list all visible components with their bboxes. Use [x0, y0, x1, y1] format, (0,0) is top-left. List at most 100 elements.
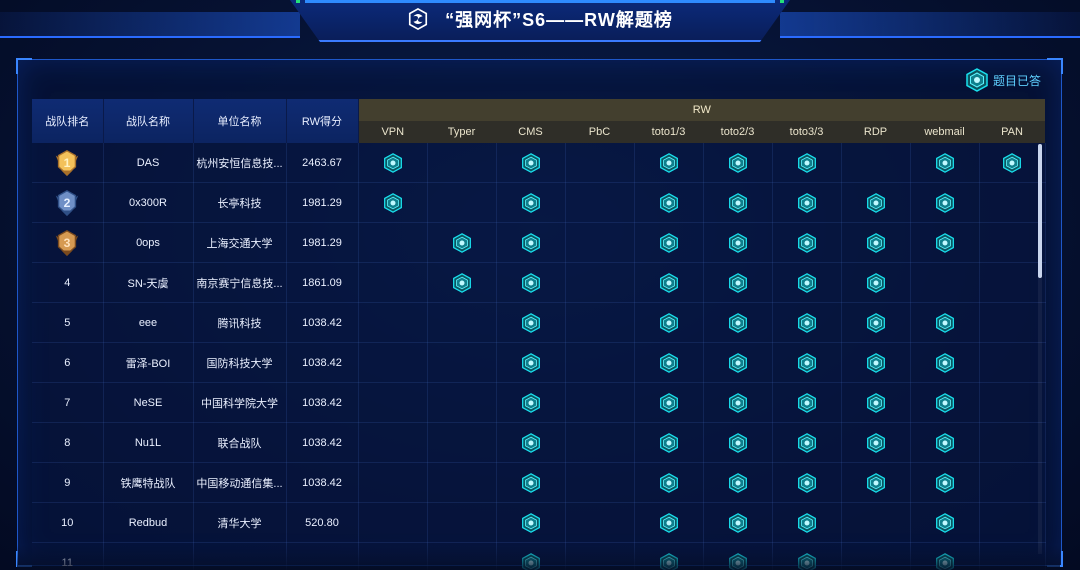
cell-challenge-status	[358, 182, 428, 223]
hex-solved-icon	[797, 192, 816, 213]
hex-solved-icon	[797, 512, 816, 533]
hex-solved-icon	[452, 272, 471, 293]
col-header-challenge[interactable]: RDP	[841, 121, 910, 143]
table-row[interactable]: 6 雷泽-BOI 国防科技大学 1038.42	[32, 342, 1046, 383]
cell-challenge-status	[565, 422, 635, 463]
cell-challenge-status	[427, 462, 497, 503]
hex-solved-icon	[866, 232, 885, 253]
cell-org-name: 上海交通大学	[193, 222, 287, 263]
table-row[interactable]: 7 NeSE 中国科学院大学 1038.42	[32, 382, 1046, 423]
hex-solved-icon	[521, 312, 540, 333]
cell-challenge-status	[358, 422, 428, 463]
hex-solved-icon	[728, 272, 747, 293]
hex-solved-icon	[866, 432, 885, 453]
col-header-challenge[interactable]: CMS	[496, 121, 565, 143]
hex-solved-icon	[866, 192, 885, 213]
hex-solved-icon	[659, 512, 678, 533]
cell-challenge-status	[565, 462, 635, 503]
col-header-challenge[interactable]: webmail	[910, 121, 979, 143]
table-row[interactable]: 1 DAS 杭州安恒信息技... 2463.67	[32, 143, 1046, 183]
hex-solved-icon	[797, 232, 816, 253]
col-header-challenge[interactable]: VPN	[358, 121, 427, 143]
cell-challenge-status	[565, 222, 635, 263]
cell-org-name: 南京赛宁信息技...	[193, 262, 287, 303]
table-row[interactable]: 9 铁鹰特战队 中国移动通信集... 1038.42	[32, 462, 1046, 503]
hex-solved-icon	[797, 432, 816, 453]
cell-team-name: 0ops	[103, 222, 194, 263]
cell-challenge-status	[427, 422, 497, 463]
cell-org-name: 清华大学	[193, 502, 287, 543]
cell-challenge-status	[772, 143, 842, 183]
cell-challenge-status	[358, 382, 428, 423]
cell-score: 1038.42	[286, 342, 359, 383]
cell-challenge-status	[634, 143, 704, 183]
cell-challenge-status	[496, 462, 566, 503]
cell-challenge-status	[427, 382, 497, 423]
cell-team-name: Nu1L	[103, 422, 194, 463]
cell-challenge-status	[772, 302, 842, 343]
hex-solved-icon	[659, 152, 678, 173]
cell-challenge-status	[496, 502, 566, 543]
hex-solved-icon	[383, 192, 402, 213]
cell-org-name: 国防科技大学	[193, 342, 287, 383]
col-header-rank[interactable]: 战队排名	[32, 99, 104, 143]
table-row[interactable]: 5 eee 腾讯科技 1038.42	[32, 302, 1046, 343]
cell-challenge-status	[979, 182, 1046, 223]
cell-challenge-status	[427, 182, 497, 223]
cell-challenge-status	[496, 182, 566, 223]
scrollbar-thumb[interactable]	[1038, 144, 1042, 278]
hex-solved-icon	[521, 272, 540, 293]
cell-challenge-status	[841, 222, 911, 263]
cell-challenge-status	[841, 143, 911, 183]
col-header-org[interactable]: 单位名称	[193, 99, 287, 143]
cell-challenge-status	[841, 382, 911, 423]
cell-challenge-status	[841, 182, 911, 223]
cell-team-name: DAS	[103, 143, 194, 183]
cell-challenge-status	[565, 182, 635, 223]
cell-challenge-status	[634, 422, 704, 463]
hex-solved-icon	[659, 192, 678, 213]
cell-rank: 1	[32, 143, 104, 183]
cell-score: 1981.29	[286, 222, 359, 263]
cell-challenge-status	[910, 382, 980, 423]
col-header-score[interactable]: RW得分	[286, 99, 359, 143]
col-header-challenge[interactable]: PAN	[979, 121, 1046, 143]
cell-challenge-status	[496, 382, 566, 423]
cell-challenge-status	[703, 262, 773, 303]
table-row[interactable]: 8 Nu1L 联合战队 1038.42	[32, 422, 1046, 463]
col-header-challenge[interactable]: Typer	[427, 121, 496, 143]
hex-solved-icon	[659, 272, 678, 293]
cell-challenge-status	[703, 462, 773, 503]
cell-team-name: 0x300R	[103, 182, 194, 223]
cell-challenge-status	[427, 302, 497, 343]
col-header-challenge[interactable]: toto2/3	[703, 121, 772, 143]
table-row[interactable]: 4 SN-天虞 南京赛宁信息技... 1861.09	[32, 262, 1046, 303]
cell-challenge-status	[496, 143, 566, 183]
table-row[interactable]: 10 Redbud 清华大学 520.80	[32, 502, 1046, 543]
hex-solved-icon	[728, 232, 747, 253]
cell-rank: 5	[32, 302, 104, 343]
col-header-challenge[interactable]: toto3/3	[772, 121, 841, 143]
col-header-challenge[interactable]: toto1/3	[634, 121, 703, 143]
cell-challenge-status	[841, 502, 911, 543]
hex-solved-icon	[728, 472, 747, 493]
cell-challenge-status	[979, 422, 1046, 463]
cell-challenge-status	[910, 342, 980, 383]
cell-challenge-status	[841, 422, 911, 463]
cell-challenge-status	[772, 502, 842, 543]
cell-challenge-status	[841, 262, 911, 303]
hex-solved-icon	[728, 392, 747, 413]
col-header-team[interactable]: 战队名称	[103, 99, 194, 143]
hex-solved-icon	[797, 352, 816, 373]
hex-solved-icon	[935, 232, 954, 253]
cell-challenge-status	[565, 262, 635, 303]
table-row[interactable]: 2 0x300R 长亭科技 1981.29	[32, 182, 1046, 223]
col-header-challenge[interactable]: PbC	[565, 121, 634, 143]
hex-solved-icon	[935, 192, 954, 213]
table-row[interactable]: 3 0ops 上海交通大学 1981.29	[32, 222, 1046, 263]
hex-solved-icon	[521, 192, 540, 213]
cell-challenge-status	[634, 262, 704, 303]
cell-challenge-status	[565, 382, 635, 423]
hex-solved-icon	[935, 512, 954, 533]
cell-challenge-status	[427, 262, 497, 303]
